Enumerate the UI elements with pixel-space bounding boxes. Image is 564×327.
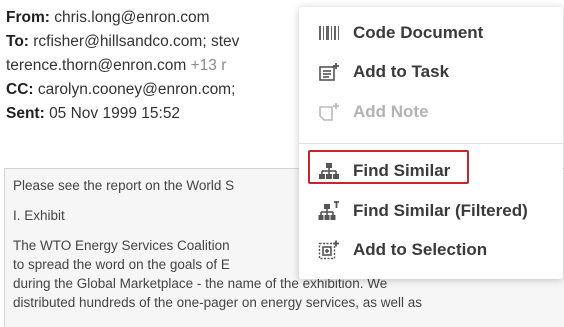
menu-label: Find Similar xyxy=(353,161,451,180)
from-label: From: xyxy=(6,9,50,26)
hierarchy-filter-icon xyxy=(317,199,341,223)
menu-item-add-note[interactable]: Add Note xyxy=(299,93,563,131)
menu-label: Add to Task xyxy=(353,62,450,81)
menu-label: Add Note xyxy=(353,102,429,121)
context-menu: Code Document Add to Task Add Note Find … xyxy=(299,7,563,279)
from-value[interactable]: chris.long@enron.com xyxy=(54,9,209,26)
to-value[interactable]: rcfisher@hillsandco.com; stev xyxy=(33,33,239,50)
to-label: To: xyxy=(6,33,29,50)
to-more-count[interactable]: +13 r xyxy=(191,57,227,74)
cc-label: CC: xyxy=(6,81,34,98)
menu-item-find-similar-filtered[interactable]: Find Similar (Filtered) xyxy=(299,192,563,230)
task-add-icon xyxy=(317,60,341,84)
sent-value: 05 Nov 1999 15:52 xyxy=(49,105,181,122)
body-line-1: Please see the report on the World S xyxy=(13,178,235,193)
body-line-2: I. Exhibit xyxy=(13,208,65,223)
sent-label: Sent: xyxy=(6,105,45,122)
menu-item-add-to-selection[interactable]: Add to Selection xyxy=(299,231,563,269)
barcode-icon xyxy=(317,21,341,45)
menu-item-add-to-task[interactable]: Add to Task xyxy=(299,53,563,91)
menu-item-find-similar[interactable]: Find Similar xyxy=(299,152,563,190)
menu-label: Add to Selection xyxy=(353,240,488,259)
menu-label: Code Document xyxy=(353,23,484,42)
body-line-6: distributed hundreds of the one-pager on… xyxy=(13,295,422,310)
hierarchy-icon xyxy=(317,159,341,183)
menu-separator xyxy=(299,143,563,144)
cc-value[interactable]: carolyn.cooney@enron.com; xyxy=(38,81,236,98)
menu-item-code-document[interactable]: Code Document xyxy=(299,14,563,52)
menu-label: Find Similar (Filtered) xyxy=(353,201,528,220)
note-add-icon xyxy=(317,100,341,124)
to-value-2[interactable]: terence.thorn@enron.com xyxy=(6,57,186,74)
selection-add-icon xyxy=(317,238,341,262)
